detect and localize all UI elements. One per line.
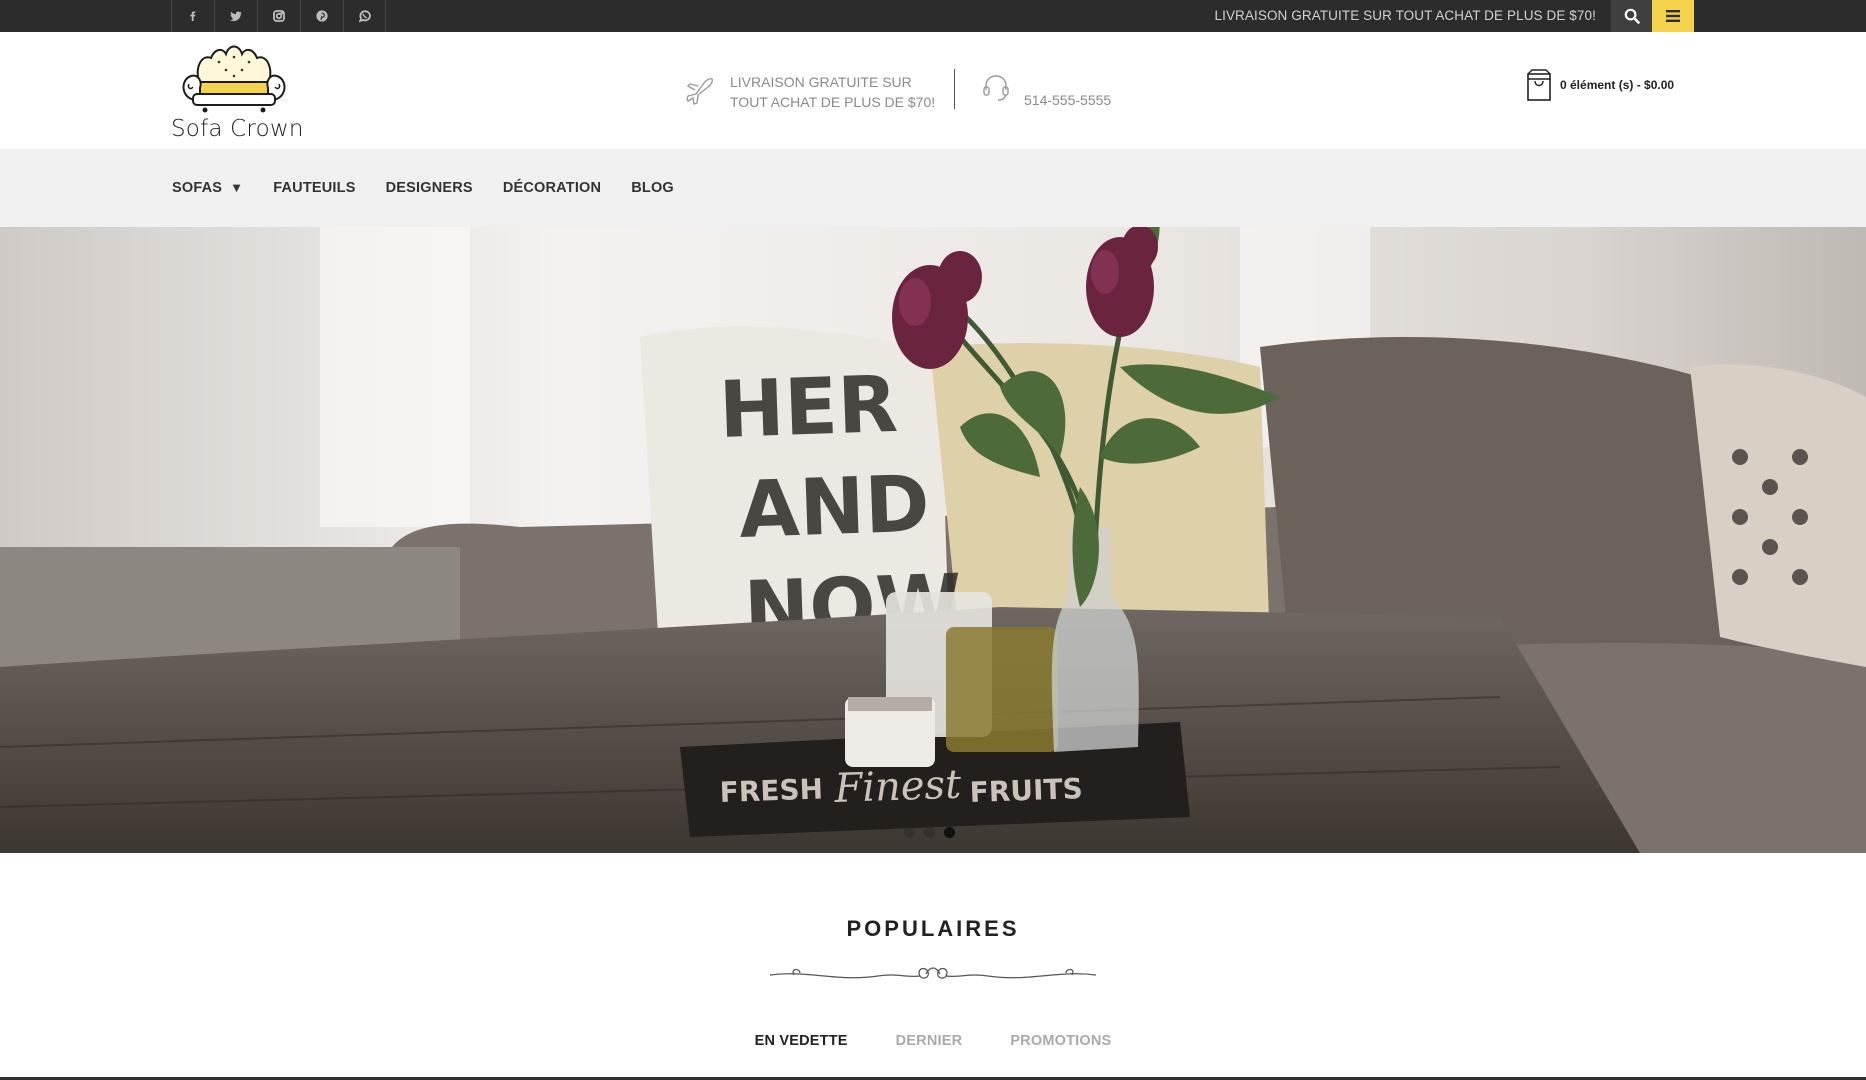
main-navigation: SOFAS ▼ FAUTEUILS DESIGNERS DÉCORATION BL… <box>0 149 1866 227</box>
free-shipping-info: LIVRAISON GRATUITE SUR TOUT ACHAT DE PLU… <box>684 72 935 112</box>
svg-text:FRESH: FRESH <box>719 772 824 809</box>
slider-dot-3[interactable] <box>944 827 955 838</box>
nav-item-blog[interactable]: BLOG <box>631 180 674 196</box>
social-links <box>171 0 386 32</box>
nav-item-decoration[interactable]: DÉCORATION <box>503 180 601 196</box>
menu-button[interactable] <box>1652 0 1694 32</box>
site-header: Sofa Crown LIVRAISON GRATUITE SUR TOUT A… <box>0 32 1866 149</box>
caret-down-icon: ▼ <box>230 180 244 195</box>
section-title: POPULAIRES <box>846 916 1020 941</box>
phone-number[interactable]: 514-555-5555 <box>1024 92 1111 108</box>
header-divider <box>954 69 955 109</box>
nav-item-designers[interactable]: DESIGNERS <box>386 180 473 196</box>
instagram-icon[interactable] <box>257 0 300 32</box>
svg-text:FRUITS: FRUITS <box>969 772 1083 809</box>
product-tabs: EN VEDETTE DERNIER PROMOTIONS <box>0 1033 1866 1049</box>
ornamental-divider <box>769 967 1097 979</box>
nav-item-fauteuils[interactable]: FAUTEUILS <box>273 180 355 196</box>
svg-text:AND: AND <box>738 459 931 556</box>
slider-dot-2[interactable] <box>924 827 935 838</box>
search-button[interactable] <box>1611 0 1652 32</box>
phone-info: 514-555-5555 <box>980 72 1111 108</box>
airplane-icon <box>686 78 713 105</box>
logo-text[interactable]: Sofa Crown <box>171 116 304 142</box>
search-icon <box>1624 8 1640 24</box>
twitter-icon[interactable] <box>214 0 257 32</box>
cart-summary[interactable]: 0 élément (s) - $0.00 <box>1526 68 1674 102</box>
shipping-line-1: LIVRAISON GRATUITE SUR <box>730 74 912 90</box>
pinterest-icon[interactable] <box>300 0 343 32</box>
hero-slider[interactable]: HER AND NOW FRESH Finest FRUITS <box>0 227 1866 853</box>
facebook-icon[interactable] <box>171 0 214 32</box>
hero-image: HER AND NOW FRESH Finest FRUITS <box>0 227 1866 853</box>
hamburger-icon <box>1666 10 1680 22</box>
top-bar: LIVRAISON GRATUITE SUR TOUT ACHAT DE PLU… <box>0 0 1866 32</box>
shipping-line-2: TOUT ACHAT DE PLUS DE $70! <box>730 94 936 110</box>
slider-dot-1[interactable] <box>904 827 915 838</box>
tab-dernier[interactable]: DERNIER <box>896 1033 963 1049</box>
svg-text:Finest: Finest <box>833 762 963 812</box>
tab-en-vedette[interactable]: EN VEDETTE <box>755 1033 848 1049</box>
shopping-bag-icon <box>1527 69 1551 101</box>
cart-text[interactable]: 0 élément (s) - $0.00 <box>1560 78 1674 92</box>
whatsapp-icon[interactable] <box>343 0 386 32</box>
slider-dots <box>904 827 964 838</box>
headset-icon <box>983 75 1009 101</box>
svg-text:HER: HER <box>718 360 900 456</box>
top-promo-text: LIVRAISON GRATUITE SUR TOUT ACHAT DE PLU… <box>1214 8 1596 23</box>
tab-promotions[interactable]: PROMOTIONS <box>1010 1033 1111 1049</box>
nav-item-sofas[interactable]: SOFAS ▼ <box>172 180 243 196</box>
